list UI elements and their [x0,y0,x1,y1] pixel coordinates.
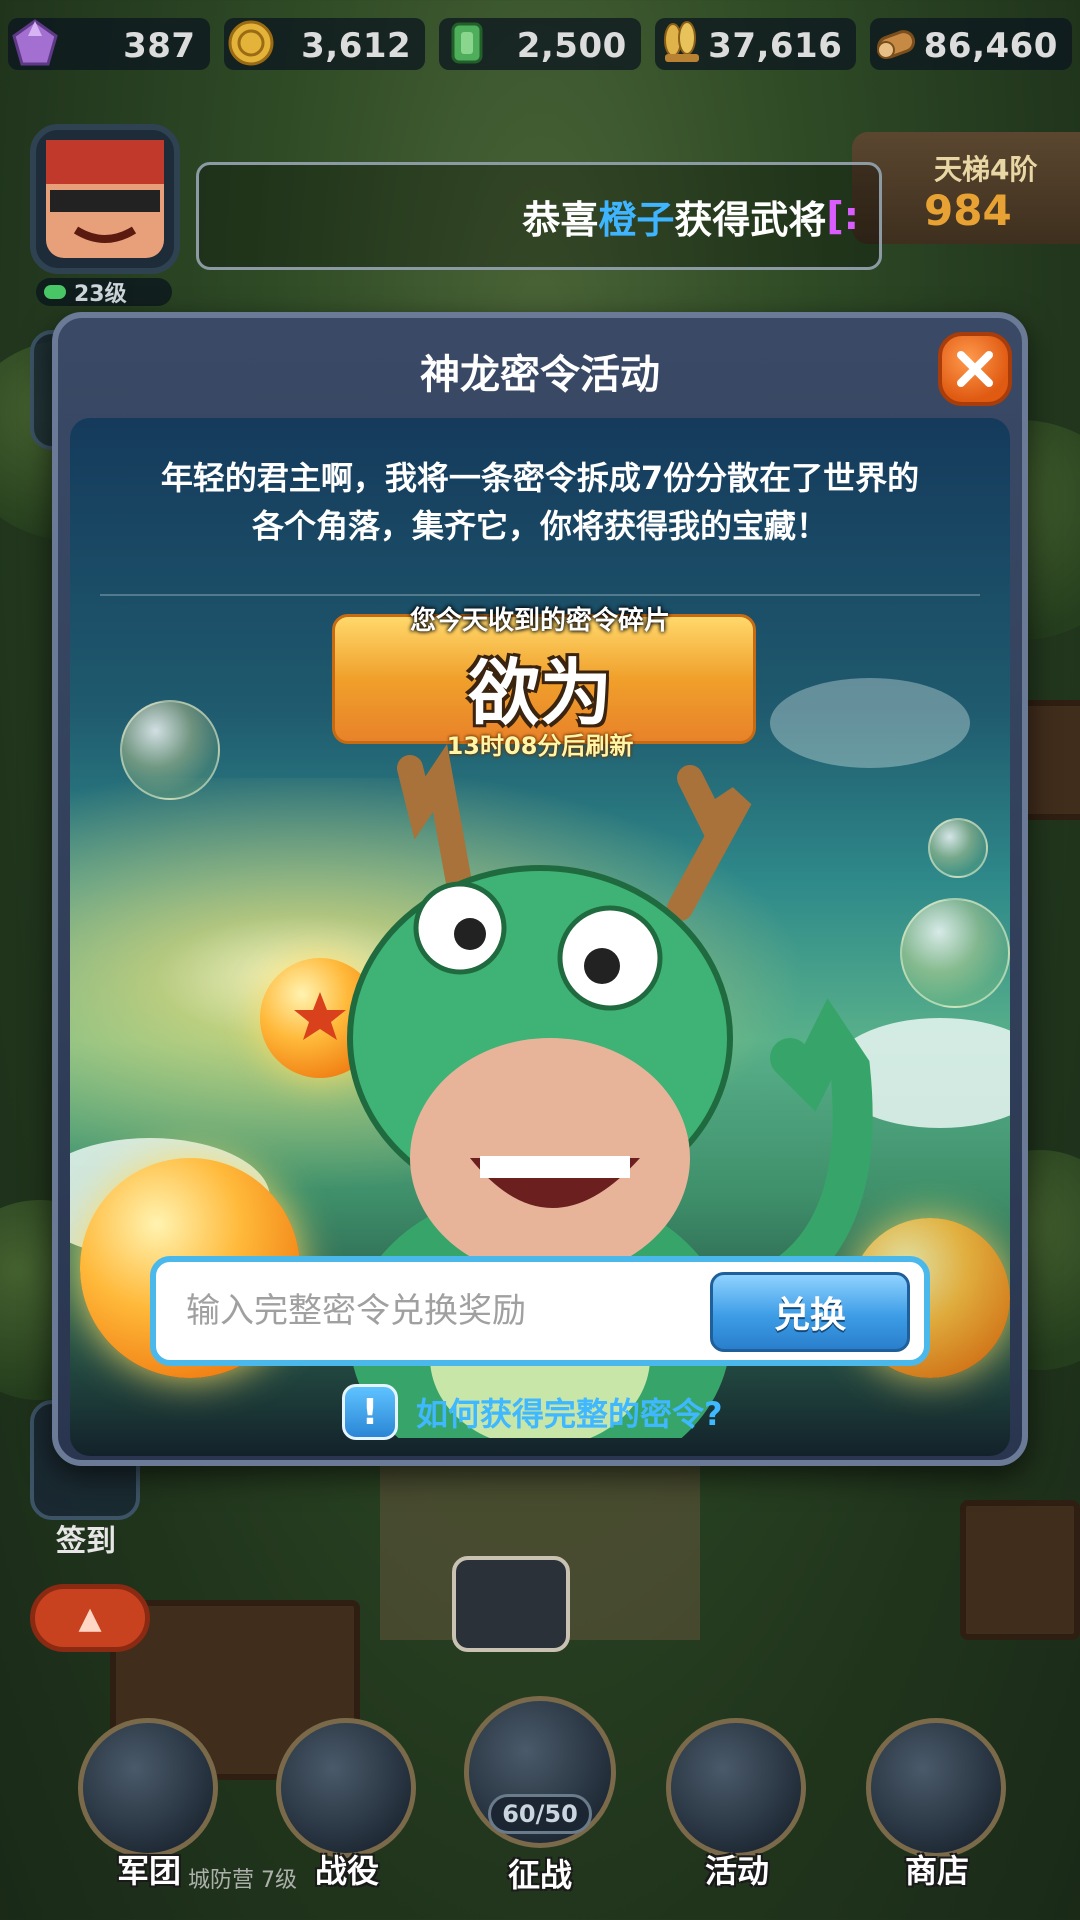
nav-expedition[interactable]: 60/50 征战 [456,1666,624,1896]
treasure-chest-icon[interactable] [452,1556,570,1652]
dragon-code-modal: 神龙密令活动 年轻的君主啊，我将一条密令拆成7份分散在了世界的 各个角落，集齐它… [52,312,1028,1466]
expand-menu-button[interactable]: ▲ [30,1584,150,1652]
nav-events[interactable]: 活动 [662,1702,812,1892]
grain-icon [651,12,713,74]
help-link-text: 如何获得完整的密令? [416,1395,723,1433]
announcement-marquee: 恭喜 橙子 获得武将 [: [196,162,882,270]
ladder-rank-title: 天梯4阶 [934,153,1038,186]
triangle-up-icon: ▲ [78,1600,102,1636]
redeem-code-panel: 兑换 [150,1256,930,1366]
close-button[interactable] [938,332,1012,406]
level-gem-icon [44,285,66,299]
marquee-player-name: 橙子 [598,197,675,242]
map-flag-icon [276,1718,416,1858]
player-level: 23级 [36,278,172,307]
fort-building-label: 城防营 7级 [188,1868,297,1893]
divider [100,594,980,596]
resource-coins[interactable]: 3,612 [223,18,426,70]
stamina-counter: 60/50 [488,1794,592,1834]
shop-icon [866,1718,1006,1858]
resource-jade[interactable]: 2,500 [439,18,641,70]
wood-icon [866,12,928,74]
ladder-rank-value: 984 [924,186,1012,235]
modal-content-panel: 年轻的君主啊，我将一条密令拆成7份分散在了世界的 各个角落，集齐它，你将获得我的… [70,418,1010,1456]
sign-in-label: 签到 [56,1524,116,1559]
code-fragment-caption: 您今天收到的密令碎片 [409,606,670,636]
intro-text: 年轻的君主啊，我将一条密令拆成7份分散在了世界的 各个角落，集齐它，你将获得我的… [160,459,920,545]
events-icon [666,1718,806,1858]
exclamation-icon: ! [342,1384,398,1440]
coin-icon [220,12,282,74]
player-avatar[interactable] [30,124,180,274]
bottom-nav: 军团 战役 60/50 征战 活动 商店 [0,1660,1080,1920]
resource-bar: 387 3,612 2,500 37,616 86,460 [8,14,1072,74]
gem-icon [4,12,66,74]
redeem-code-input[interactable] [186,1286,686,1336]
resource-wood[interactable]: 86,460 [870,18,1072,70]
legion-icon [78,1718,218,1858]
resource-grain[interactable]: 37,616 [654,18,857,70]
close-icon [957,351,993,387]
nav-shop[interactable]: 商店 [862,1702,1012,1892]
help-link[interactable]: ! 如何获得完整的密令? [342,1384,723,1440]
resource-gems[interactable]: 387 [8,18,210,70]
modal-title: 神龙密令活动 [420,352,660,398]
code-fragment-text: 欲为 [467,651,612,735]
jade-icon [435,12,497,74]
redeem-button[interactable]: 兑换 [710,1272,910,1352]
